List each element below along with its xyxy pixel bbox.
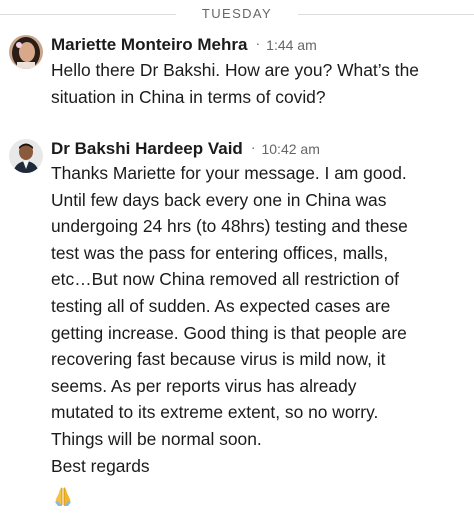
message-line: test was the pass for entering offices, … — [51, 242, 389, 263]
separator-dot: · — [250, 139, 256, 155]
message-line: Best regards — [51, 455, 150, 476]
profile-photo — [9, 139, 43, 173]
message-line: mutated to its extreme extent, so no wor… — [51, 402, 379, 423]
avatar[interactable] — [9, 139, 43, 173]
folded-hands-emoji — [55, 487, 71, 506]
profile-photo — [9, 35, 43, 69]
sender-name[interactable]: Mariette Monteiro Mehra — [51, 35, 247, 54]
message-line: recovering fast because virus is mild no… — [51, 349, 386, 370]
conversation-view: TUESDAY Mariette Monteiro Mehra · 1:44 am … — [0, 0, 474, 530]
message-line: Until few days back every one in China w… — [51, 189, 387, 210]
message-header: Mariette Monteiro Mehra · 1:44 am — [51, 35, 317, 57]
timestamp: 10:42 am — [261, 141, 320, 157]
message-body: Hello there Dr Bakshi. How are you? What… — [51, 57, 469, 110]
sender-name[interactable]: Dr Bakshi Hardeep Vaid — [51, 139, 243, 158]
day-label: TUESDAY — [201, 6, 273, 21]
message-body: Thanks Mariette for your message. I am g… — [51, 160, 469, 479]
message-line: Hello there Dr Bakshi. How are you? What… — [51, 60, 419, 80]
message-line: undergoing 24 hrs (to 48hrs) testing and… — [51, 216, 408, 237]
message-line: situation in China in terms of covid? — [51, 86, 326, 107]
day-separator: TUESDAY — [0, 0, 474, 28]
separator-dot: · — [255, 35, 261, 51]
timestamp: 1:44 am — [266, 37, 317, 53]
message-line: seems. As per reports virus has already — [51, 375, 357, 396]
message-line: getting increase. Good thing is that peo… — [51, 322, 407, 343]
message-header: Dr Bakshi Hardeep Vaid · 10:42 am — [51, 139, 320, 161]
divider-line — [0, 14, 176, 15]
message-line: etc…But now China removed all restrictio… — [51, 269, 399, 290]
avatar[interactable] — [9, 35, 43, 69]
message-line: Things will be normal soon. — [51, 428, 262, 449]
divider-line — [298, 14, 474, 15]
message-line: Thanks Mariette for your message. I am g… — [51, 163, 407, 183]
message-line: testing all of sudden. As expected cases… — [51, 295, 391, 316]
